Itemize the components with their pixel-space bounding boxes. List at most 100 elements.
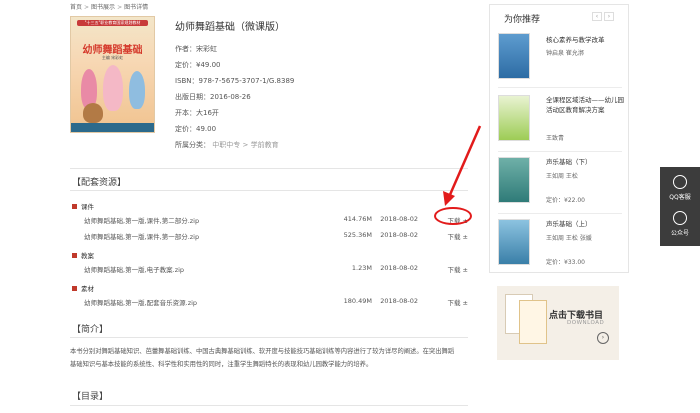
- file-date: 2018-08-02: [380, 215, 418, 223]
- intro-line: 本书分别对舞蹈基础知识、芭蕾舞基础训练、中国古典舞基础训练、软开度与技能技巧基础…: [70, 348, 455, 355]
- recommend-item[interactable]: 核心素养与教学改革 钟启泉 崔允漷: [498, 31, 622, 85]
- file-date: 2018-08-02: [380, 264, 418, 272]
- wechat-icon: [673, 211, 687, 225]
- book-cover: "十三五"职业教育国家规划教材 幼师舞蹈基础 主编 宋彩虹: [70, 16, 155, 133]
- book-category: 所属分类： 中职中专 > 学前教育: [175, 140, 279, 150]
- qq-icon: [673, 175, 687, 189]
- recommend-book-title[interactable]: 声乐基础（上）: [546, 219, 624, 229]
- divider: [70, 337, 468, 338]
- folder-icon: [72, 203, 77, 209]
- breadcrumb-separator: >: [84, 4, 90, 11]
- file-name: 幼师舞蹈基础,第一版,课件,第一部分.zip: [84, 233, 200, 241]
- divider: [498, 151, 622, 152]
- file-name: 幼师舞蹈基础,第一版,配套音乐资源.zip: [84, 299, 198, 307]
- resource-group-label: 课件: [81, 203, 94, 211]
- divider: [70, 405, 468, 406]
- file-size: 525.36M: [343, 231, 372, 239]
- category-separator: >: [242, 141, 249, 149]
- download-link[interactable]: 下载 ±: [447, 264, 468, 274]
- book-list-price: 定价：¥49.00: [175, 61, 221, 69]
- resources-heading: 【配套资源】: [72, 178, 127, 188]
- file-date: 2018-08-02: [380, 297, 418, 305]
- cover-illustration-figure: [103, 65, 123, 111]
- recommend-item[interactable]: 声乐基础（下） 王如周 王松 定价：¥22.00: [498, 155, 622, 211]
- recommend-book-price: 定价：¥33.00: [546, 259, 585, 266]
- cover-band: "十三五"职业教育国家规划教材: [77, 20, 148, 26]
- file-row: 幼师舞蹈基础,第一版,配套音乐资源.zip 180.49M 2018-08-02…: [84, 297, 468, 307]
- toc-heading: 【目录】: [72, 392, 109, 402]
- download-link[interactable]: 下载 ±: [447, 231, 468, 241]
- cover-illustration-bear: [83, 103, 103, 123]
- recommend-book-title[interactable]: 核心素养与教学改革: [546, 35, 624, 45]
- cover-bottom-band: [71, 123, 154, 132]
- next-arrow-icon[interactable]: ›: [604, 12, 614, 21]
- annotation-arrow-head: [443, 191, 455, 206]
- resource-group-lesson-plan: 教案: [72, 250, 94, 260]
- recommend-book-author: 钟启泉 崔允漷: [546, 50, 584, 57]
- divider: [70, 190, 468, 191]
- wechat-button[interactable]: 公众号: [660, 211, 700, 237]
- breadcrumb-home[interactable]: 首页: [70, 4, 82, 11]
- book-pub-date: 出版日期：2016-08-26: [175, 93, 251, 101]
- book-isbn: ISBN：978-7-5675-3707-1/G.8389: [175, 77, 295, 85]
- file-name: 幼师舞蹈基础,第一版,课件,第二部分.zip: [84, 217, 200, 225]
- file-size: 180.49M: [343, 297, 372, 305]
- cover-title: 幼师舞蹈基础: [82, 45, 143, 56]
- recommend-book-thumbnail[interactable]: [498, 95, 530, 141]
- floating-contact-bar: QQ客服 公众号: [660, 167, 700, 246]
- annotation-arrow-line: [447, 125, 482, 198]
- recommend-item[interactable]: 声乐基础（上） 王如周 王松 张媛 定价：¥33.00: [498, 217, 622, 273]
- book-price: 定价：49.00: [175, 125, 217, 133]
- breadcrumb-current: 图书详情: [124, 4, 149, 11]
- recommend-book-author: 王如周 王松 张媛: [546, 235, 592, 242]
- recommend-heading: 为你推荐: [504, 15, 541, 25]
- file-row: 幼师舞蹈基础,第一版,电子教案.zip 1.23M 2018-08-02 下载 …: [84, 264, 468, 274]
- recommend-book-title[interactable]: 全课程区域活动——幼儿园活动区教育解决方案: [546, 95, 624, 115]
- arrow-right-icon[interactable]: ›: [597, 332, 609, 344]
- prev-arrow-icon[interactable]: ‹: [592, 12, 602, 21]
- recommend-book-title[interactable]: 声乐基础（下）: [546, 157, 624, 167]
- category-link-level1[interactable]: 中职中专: [212, 141, 240, 149]
- breadcrumb-books[interactable]: 图书展示: [91, 4, 115, 11]
- resource-group-materials: 素材: [72, 283, 94, 293]
- folder-icon: [72, 252, 77, 258]
- file-row: 幼师舞蹈基础,第一版,课件,第一部分.zip 525.36M 2018-08-0…: [84, 231, 468, 241]
- book-title: 幼师舞蹈基础（微课版）: [175, 22, 285, 33]
- recommend-book-author: 王致青: [546, 135, 565, 142]
- banner-book-image: [519, 300, 547, 344]
- resource-group-label: 素材: [81, 285, 94, 293]
- download-catalog-banner[interactable]: 点击下载书目 DOWNLOAD ›: [497, 286, 619, 360]
- intro-line: 基础知识与基本技能的系统性、科学性和实用性的同时，注重学生舞蹈特长的表现和幼儿园…: [70, 361, 373, 368]
- qq-service-button[interactable]: QQ客服: [660, 175, 700, 201]
- file-date: 2018-08-02: [380, 231, 418, 239]
- recommend-book-author: 王如周 王松: [546, 173, 578, 180]
- wechat-label: 公众号: [670, 230, 689, 237]
- resource-group-courseware: 课件: [72, 201, 94, 211]
- intro-heading: 【简介】: [72, 325, 109, 335]
- recommend-book-price: 定价：¥22.00: [546, 197, 585, 204]
- breadcrumb-separator: >: [117, 4, 123, 11]
- divider: [70, 168, 468, 169]
- file-size: 1.23M: [351, 264, 372, 272]
- category-link-level2[interactable]: 学前教育: [251, 141, 279, 149]
- banner-subtitle: DOWNLOAD: [567, 320, 605, 326]
- recommend-pager: ‹ ›: [592, 12, 614, 21]
- divider: [498, 213, 622, 214]
- book-format: 开本：大16开: [175, 109, 219, 117]
- cover-author: 主编 宋彩虹: [101, 55, 124, 60]
- qq-service-label: QQ客服: [669, 194, 691, 201]
- recommend-book-thumbnail[interactable]: [498, 33, 530, 79]
- file-name: 幼师舞蹈基础,第一版,电子教案.zip: [84, 266, 185, 274]
- breadcrumb: 首页 > 图书展示 > 图书详情: [70, 2, 148, 11]
- recommend-book-thumbnail[interactable]: [498, 219, 530, 265]
- cover-illustration-figure: [129, 71, 145, 109]
- divider: [498, 87, 622, 88]
- recommend-panel: 为你推荐 ‹ › 核心素养与教学改革 钟启泉 崔允漷 全课程区域活动——幼儿园活…: [489, 4, 629, 273]
- annotation-circle: [434, 207, 472, 225]
- download-link[interactable]: 下载 ±: [447, 297, 468, 307]
- recommend-item[interactable]: 全课程区域活动——幼儿园活动区教育解决方案 王致青: [498, 93, 624, 149]
- recommend-book-thumbnail[interactable]: [498, 157, 530, 203]
- file-size: 414.76M: [343, 215, 372, 223]
- category-label: 所属分类：: [175, 141, 210, 149]
- resource-group-label: 教案: [81, 252, 94, 260]
